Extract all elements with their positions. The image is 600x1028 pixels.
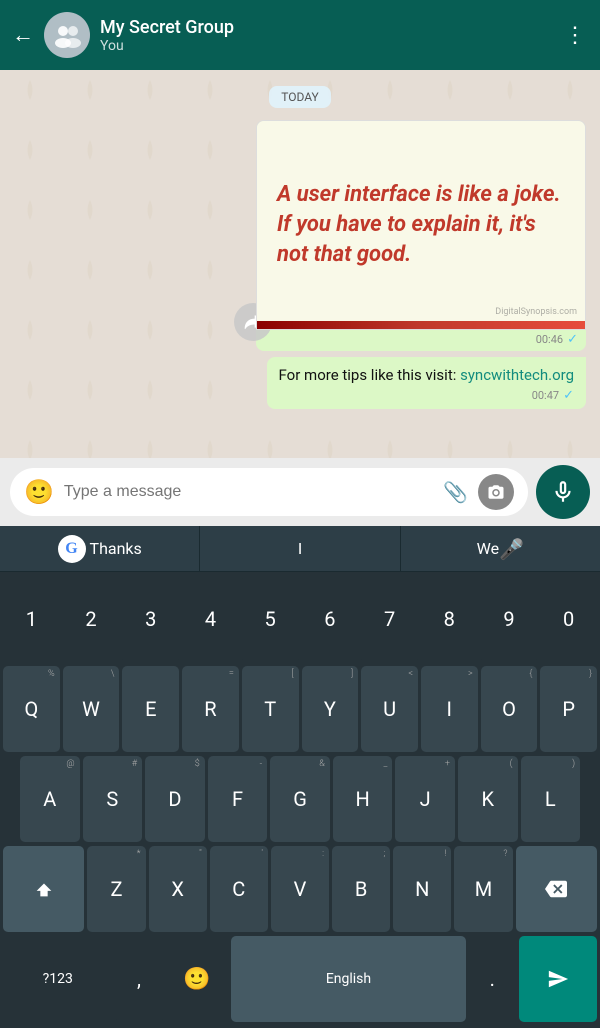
image-timestamp: 00:46 [536, 333, 563, 346]
key-4[interactable]: 4 [182, 576, 239, 662]
key-d[interactable]: $D [145, 756, 205, 842]
key-3[interactable]: 3 [122, 576, 179, 662]
asdf-row: @A #S $D -F &G _H +J (K )L [0, 754, 600, 844]
key-h[interactable]: _H [333, 756, 393, 842]
key-0[interactable]: 0 [540, 576, 597, 662]
text-read-tick: ✓ [563, 388, 574, 403]
suggestion-thanks-label: Thanks [90, 539, 142, 558]
message-input-box: 🙂 📎 [10, 468, 528, 516]
key-k[interactable]: (K [458, 756, 518, 842]
key-e[interactable]: E [122, 666, 179, 752]
chat-area: TODAY A user interface is like a joke. I… [0, 70, 600, 458]
text-footer: 00:47 ✓ [279, 388, 574, 403]
input-area: 🙂 📎 [0, 458, 600, 526]
date-badge: TODAY [269, 86, 331, 108]
key-j[interactable]: +J [395, 756, 455, 842]
emoji-icon: 🙂 [183, 967, 210, 992]
zxcv-row: *Z "X 'C :V ;B !N ?M [0, 844, 600, 934]
suggestion-mic-icon: 🎤 [499, 537, 524, 561]
quote-bar [257, 321, 585, 329]
key-x[interactable]: "X [149, 846, 207, 932]
more-options-button[interactable]: ⋮ [564, 23, 588, 48]
group-name: My Secret Group [100, 17, 554, 38]
key-o[interactable]: {O [481, 666, 538, 752]
quote-card: A user interface is like a joke. If you … [257, 121, 585, 329]
attach-button[interactable]: 📎 [443, 480, 468, 504]
key-7[interactable]: 7 [361, 576, 418, 662]
image-read-tick: ✓ [567, 332, 578, 347]
key-c[interactable]: 'C [210, 846, 268, 932]
qwerty-row: %Q \W E =R [T ]Y <U >I {O }P [0, 664, 600, 754]
camera-button[interactable] [478, 474, 514, 510]
key-w[interactable]: \W [63, 666, 120, 752]
space-label: English [326, 971, 371, 987]
period-key[interactable]: . [469, 936, 516, 1022]
image-message: A user interface is like a joke. If you … [256, 120, 586, 351]
group-avatar [44, 12, 90, 58]
emoji-button[interactable]: 🙂 [24, 478, 54, 506]
suggestion-we[interactable]: We 🎤 [401, 526, 600, 571]
header-subtitle: You [100, 38, 554, 54]
shift-key[interactable] [3, 846, 84, 932]
key-5[interactable]: 5 [242, 576, 299, 662]
text-content: For more tips like this visit: syncwitht… [279, 365, 574, 386]
key-6[interactable]: 6 [302, 576, 359, 662]
key-b[interactable]: ;B [332, 846, 390, 932]
space-key[interactable]: English [231, 936, 466, 1022]
key-t[interactable]: [T [242, 666, 299, 752]
symbols-label: ?123 [43, 971, 73, 987]
key-9[interactable]: 9 [481, 576, 538, 662]
key-u[interactable]: <U [361, 666, 418, 752]
key-s[interactable]: #S [83, 756, 143, 842]
key-q[interactable]: %Q [3, 666, 60, 752]
key-f[interactable]: -F [208, 756, 268, 842]
emoji-key[interactable]: 🙂 [166, 936, 229, 1022]
image-content[interactable]: A user interface is like a joke. If you … [256, 120, 586, 330]
keyboard: G Thanks I We 🎤 1 2 3 4 5 6 7 8 9 0 %Q \… [0, 526, 600, 1028]
key-r[interactable]: =R [182, 666, 239, 752]
header-info: My Secret Group You [100, 17, 554, 54]
number-row: 1 2 3 4 5 6 7 8 9 0 [0, 572, 600, 664]
key-p[interactable]: }P [540, 666, 597, 752]
suggestion-i-label: I [298, 539, 302, 558]
key-z[interactable]: *Z [87, 846, 145, 932]
send-key[interactable] [519, 936, 597, 1022]
symbols-key[interactable]: ?123 [3, 936, 113, 1022]
key-g[interactable]: &G [270, 756, 330, 842]
text-body: For more tips like this visit: [279, 366, 461, 384]
back-button[interactable]: ← [12, 22, 34, 48]
suggestion-i[interactable]: I [200, 526, 400, 571]
mic-button[interactable] [536, 465, 590, 519]
image-time-row: 00:46 ✓ [256, 330, 586, 351]
comma-key[interactable]: , [116, 936, 163, 1022]
chat-header: ← My Secret Group You ⋮ [0, 0, 600, 70]
key-l[interactable]: )L [521, 756, 581, 842]
quote-text: A user interface is like a joke. If you … [277, 180, 565, 269]
key-v[interactable]: :V [271, 846, 329, 932]
suggestion-we-label: We [477, 539, 499, 558]
bottom-row: ?123 , 🙂 English . [0, 934, 600, 1028]
key-i[interactable]: >I [421, 666, 478, 752]
suggestions-row: G Thanks I We 🎤 [0, 526, 600, 572]
key-m[interactable]: ?M [454, 846, 512, 932]
message-link[interactable]: syncwithtech.org [460, 366, 574, 384]
key-a[interactable]: @A [20, 756, 80, 842]
quote-watermark: DigitalSynopsis.com [495, 307, 577, 317]
key-2[interactable]: 2 [63, 576, 120, 662]
key-1[interactable]: 1 [3, 576, 60, 662]
backspace-key[interactable] [516, 846, 597, 932]
key-8[interactable]: 8 [421, 576, 478, 662]
suggestion-thanks[interactable]: G Thanks [0, 526, 200, 571]
text-timestamp: 00:47 [532, 389, 559, 402]
text-message: For more tips like this visit: syncwitht… [267, 357, 586, 409]
key-y[interactable]: ]Y [302, 666, 359, 752]
key-n[interactable]: !N [393, 846, 451, 932]
google-logo: G [58, 535, 86, 563]
message-input[interactable] [64, 483, 433, 501]
